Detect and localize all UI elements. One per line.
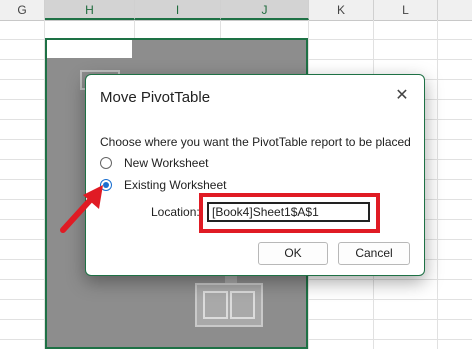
ok-button[interactable]: OK	[258, 242, 328, 265]
arrow-shaft	[60, 194, 96, 233]
column-header-j[interactable]: J	[221, 0, 309, 20]
column-header-next[interactable]	[438, 0, 472, 20]
cancel-button[interactable]: Cancel	[338, 242, 410, 265]
pivottable-graphic-icon	[195, 283, 263, 327]
column-header-h[interactable]: H	[45, 0, 135, 20]
new-worksheet-radio[interactable]	[100, 157, 112, 169]
column-header-g[interactable]: G	[0, 0, 45, 20]
column-header-bar: G H I J K L	[0, 0, 472, 21]
grid-line	[437, 20, 438, 349]
placement-prompt: Choose where you want the PivotTable rep…	[100, 135, 411, 149]
pivottable-active-cell[interactable]	[47, 40, 132, 58]
red-arrow-annotation	[60, 185, 103, 233]
pivottable-graphic-cell	[230, 291, 255, 319]
close-icon[interactable]: ✕	[390, 85, 414, 109]
column-header-i[interactable]: I	[135, 0, 221, 20]
location-label: Location:	[151, 205, 200, 219]
dialog-title: Move PivotTable	[100, 89, 211, 106]
pivottable-graphic-cell	[203, 291, 228, 319]
column-header-k[interactable]: K	[309, 0, 374, 20]
column-header-l[interactable]: L	[374, 0, 438, 20]
move-pivottable-dialog: Move PivotTable ✕ Choose where you want …	[85, 74, 425, 276]
existing-worksheet-label[interactable]: Existing Worksheet	[124, 178, 227, 192]
location-input[interactable]: [Book4]Sheet1$A$1	[207, 202, 370, 222]
new-worksheet-label[interactable]: New Worksheet	[124, 156, 208, 170]
